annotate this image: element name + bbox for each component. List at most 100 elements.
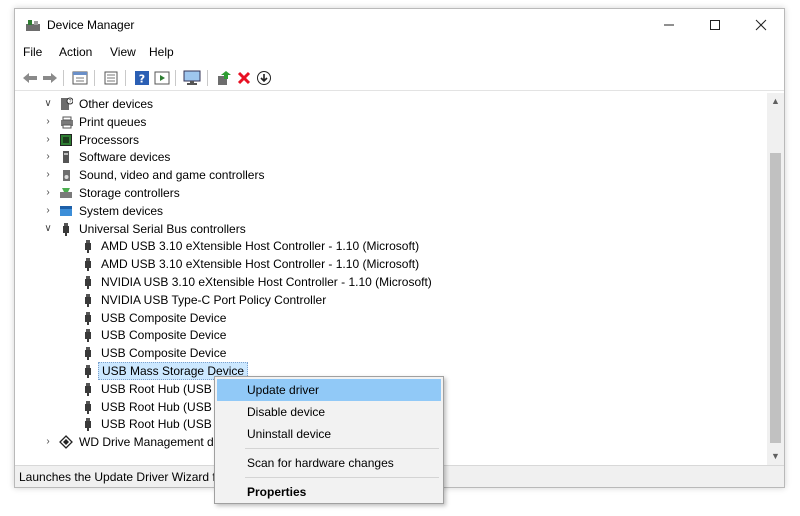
tree-item-label: System devices	[79, 203, 164, 218]
maximize-icon	[710, 20, 720, 30]
update-driver-button[interactable]	[215, 69, 233, 87]
context-menu-item-uninstall-device[interactable]: Uninstall device	[217, 423, 441, 445]
tree-item-label: AMD USB 3.10 eXtensible Host Controller …	[101, 239, 420, 254]
uninstall-button[interactable]	[235, 69, 253, 87]
usb-icon	[85, 258, 91, 272]
tree-category[interactable]: ∨? Other devices	[15, 95, 765, 113]
usb-icon	[85, 418, 91, 432]
minimize-button[interactable]	[646, 9, 692, 41]
context-menu-item-scan-for-hardware-changes[interactable]: Scan for hardware changes	[217, 452, 441, 474]
usb-icon	[63, 222, 69, 236]
chevron-right-icon[interactable]: ›	[43, 113, 53, 131]
tree-device[interactable]: USB Composite Device	[15, 326, 765, 344]
usb-icon	[85, 293, 91, 307]
tree-category[interactable]: › Processors	[15, 131, 765, 149]
tree-item-label: Other devices	[79, 97, 154, 111]
menu-bar: File Action View Help	[15, 43, 784, 63]
scan-monitor-button[interactable]	[183, 69, 201, 87]
toolbar-separator	[63, 70, 64, 86]
tree-item-label: Software devices	[79, 150, 171, 165]
tree-item-label: Print queues	[79, 114, 147, 129]
chevron-right-icon[interactable]: ›	[43, 184, 53, 202]
menu-file[interactable]: File	[23, 45, 42, 59]
tree-item-label: USB Root Hub (USB 3.	[101, 417, 226, 432]
tree-item-label: WD Drive Management de	[79, 435, 221, 450]
software-device-icon	[63, 151, 69, 164]
context-menu-item-update-driver[interactable]: Update driver	[217, 379, 441, 401]
processor-icon	[60, 133, 72, 146]
run-icon	[154, 71, 170, 85]
properties-icon	[72, 71, 88, 85]
tree-device[interactable]: USB Composite Device	[15, 309, 765, 327]
tree-device[interactable]: NVIDIA USB Type-C Port Policy Controller	[15, 291, 765, 309]
uninstall-x-icon	[237, 71, 251, 85]
other-devices-icon: ?	[61, 97, 73, 110]
tree-item-label: USB Composite Device	[101, 328, 227, 343]
menu-help[interactable]: Help	[149, 45, 174, 59]
chevron-down-icon[interactable]: ∨	[43, 220, 53, 238]
toolbar-separator	[175, 70, 176, 86]
context-menu-item-disable-device[interactable]: Disable device	[217, 401, 441, 423]
scroll-up-icon[interactable]: ▲	[767, 93, 784, 110]
chevron-right-icon[interactable]: ›	[43, 202, 53, 220]
toolbar: ?	[15, 65, 784, 91]
minimize-icon	[664, 24, 674, 26]
device-manager-icon	[26, 20, 40, 31]
tree-item-label: NVIDIA USB Type-C Port Policy Controller	[101, 292, 327, 307]
show-hide-console-tree-button[interactable]	[71, 69, 89, 87]
toolbar-separator	[207, 70, 208, 86]
usb-icon	[85, 329, 91, 343]
run-button[interactable]	[153, 69, 171, 87]
toolbar-separator	[125, 70, 126, 86]
back-button[interactable]	[21, 69, 39, 87]
download-button[interactable]	[255, 69, 273, 87]
forward-arrow-icon	[43, 73, 57, 83]
tree-item-label: USB Root Hub (USB 3.	[101, 399, 226, 414]
vertical-scrollbar[interactable]: ▲ ▼	[767, 93, 784, 465]
tree-item-label: Processors	[79, 132, 140, 147]
tree-device[interactable]: NVIDIA USB 3.10 eXtensible Host Controll…	[15, 273, 765, 291]
usb-icon	[85, 347, 91, 361]
menu-separator	[245, 448, 439, 449]
tree-device[interactable]: AMD USB 3.10 eXtensible Host Controller …	[15, 255, 765, 273]
tree-device[interactable]: AMD USB 3.10 eXtensible Host Controller …	[15, 237, 765, 255]
chevron-right-icon[interactable]: ›	[43, 433, 53, 451]
tree-item-label: USB Composite Device	[101, 310, 227, 325]
printer-icon	[61, 116, 73, 129]
chevron-right-icon[interactable]: ›	[43, 166, 53, 184]
back-arrow-icon	[23, 73, 37, 83]
chevron-right-icon[interactable]: ›	[43, 131, 53, 149]
tree-device[interactable]: USB Composite Device	[15, 344, 765, 362]
scrollbar-thumb[interactable]	[770, 153, 781, 443]
tree-item-label: AMD USB 3.10 eXtensible Host Controller …	[101, 257, 420, 272]
help-button[interactable]: ?	[133, 69, 151, 87]
system-device-icon	[60, 205, 72, 216]
title-bar[interactable]: Device Manager	[15, 9, 784, 41]
tree-category[interactable]: › Sound, video and game controllers	[15, 166, 765, 184]
context-menu-item-properties[interactable]: Properties	[217, 481, 441, 503]
wd-drive-icon	[59, 435, 73, 450]
tree-item-label: Sound, video and game controllers	[79, 168, 265, 183]
status-text: Launches the Update Driver Wizard fo	[19, 470, 223, 484]
usb-icon	[85, 400, 91, 414]
tree-category[interactable]: ∨ Universal Serial Bus controllers	[15, 220, 765, 238]
scroll-down-icon[interactable]: ▼	[767, 448, 784, 465]
tree-category[interactable]: › Software devices	[15, 148, 765, 166]
menu-action[interactable]: Action	[59, 45, 92, 59]
maximize-button[interactable]	[692, 9, 738, 41]
svg-text:?: ?	[139, 73, 145, 86]
tree-item-label: USB Composite Device	[101, 346, 227, 361]
tree-category[interactable]: › Storage controllers	[15, 184, 765, 202]
usb-icon	[85, 311, 91, 325]
forward-button[interactable]	[41, 69, 59, 87]
tree-category[interactable]: › Print queues	[15, 113, 765, 131]
close-button[interactable]	[738, 9, 784, 41]
list-view-button[interactable]	[102, 69, 120, 87]
chevron-down-icon[interactable]: ∨	[43, 95, 53, 113]
chevron-right-icon[interactable]: ›	[43, 148, 53, 166]
help-icon: ?	[135, 71, 149, 86]
tree-item-label: USB Root Hub (USB 3.	[101, 381, 226, 396]
tree-category[interactable]: › System devices	[15, 202, 765, 220]
menu-view[interactable]: View	[110, 45, 136, 59]
add-driver-icon	[218, 71, 231, 85]
